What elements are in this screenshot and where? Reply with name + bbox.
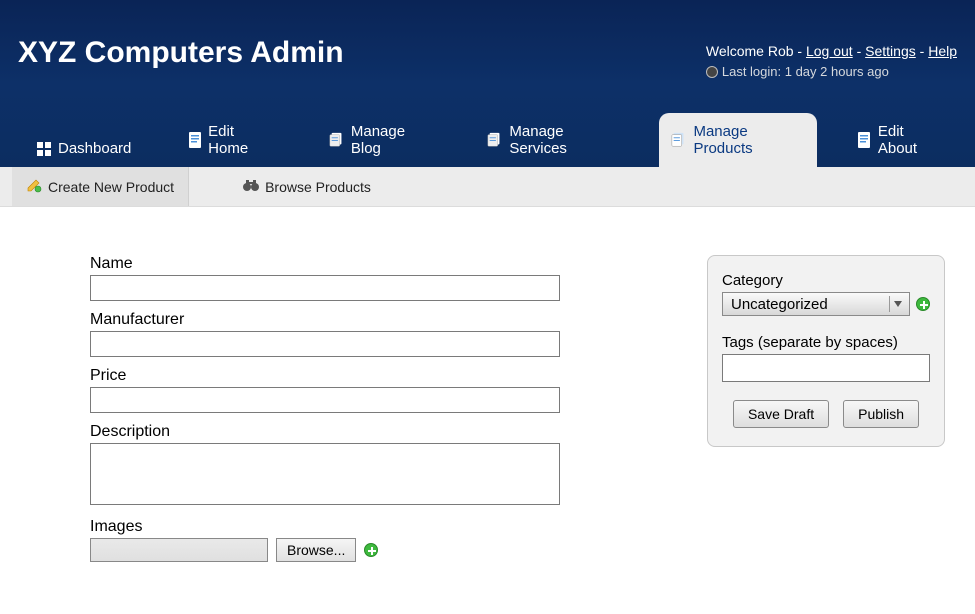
description-label: Description (90, 423, 560, 441)
tab-label: Dashboard (58, 140, 131, 157)
tab-edit-home[interactable]: Edit Home (175, 113, 288, 167)
tab-label: Edit Home (208, 123, 273, 157)
tab-manage-blog[interactable]: Manage Blog (317, 113, 448, 167)
page-icon (187, 132, 202, 148)
page-icon (857, 132, 872, 148)
tab-edit-about[interactable]: Edit About (845, 113, 957, 167)
site-title: XYZ Computers Admin (18, 8, 344, 70)
price-input[interactable] (90, 387, 560, 413)
category-select[interactable]: Uncategorized (722, 292, 910, 316)
settings-link[interactable]: Settings (865, 43, 916, 59)
tab-manage-services[interactable]: Manage Services (475, 113, 631, 167)
subnav-browse-products[interactable]: Browse Products (229, 167, 385, 206)
product-form: Name Manufacturer Price Description Imag… (90, 255, 560, 572)
tab-label: Manage Services (509, 123, 615, 157)
stack-icon (487, 132, 503, 148)
content: Name Manufacturer Price Description Imag… (0, 207, 975, 602)
user-info: Welcome Rob - Log out - Settings - Help … (706, 8, 957, 83)
tab-label: Edit About (878, 123, 941, 157)
tab-dashboard[interactable]: Dashboard (24, 130, 147, 167)
name-label: Name (90, 255, 560, 273)
description-input[interactable] (90, 443, 560, 505)
header: XYZ Computers Admin Welcome Rob - Log ou… (0, 0, 975, 167)
images-label: Images (90, 518, 560, 536)
category-value: Uncategorized (731, 296, 828, 313)
stack-icon (329, 132, 345, 148)
manufacturer-input[interactable] (90, 331, 560, 357)
binoculars-icon (243, 178, 259, 195)
last-login: Last login: 1 day 2 hours ago (706, 62, 957, 83)
subnav-label: Browse Products (265, 179, 371, 195)
pencil-icon (26, 177, 42, 196)
welcome-text: Welcome (706, 43, 768, 59)
subnav-create-product[interactable]: Create New Product (12, 167, 189, 206)
plus-icon[interactable] (364, 543, 378, 557)
stack-icon (671, 132, 687, 148)
dashboard-icon (36, 141, 52, 157)
category-label: Category (722, 272, 930, 289)
manufacturer-label: Manufacturer (90, 311, 560, 329)
chevron-down-icon (889, 296, 905, 312)
browse-button[interactable]: Browse... (276, 538, 356, 562)
publish-button[interactable]: Publish (843, 400, 919, 428)
tab-label: Manage Products (693, 123, 801, 157)
tags-label: Tags (separate by spaces) (722, 334, 930, 351)
tags-input[interactable] (722, 354, 930, 382)
plus-icon[interactable] (916, 297, 930, 311)
clock-icon (706, 66, 718, 78)
price-label: Price (90, 367, 560, 385)
logout-link[interactable]: Log out (806, 43, 853, 59)
help-link[interactable]: Help (928, 43, 957, 59)
subnav-label: Create New Product (48, 179, 174, 195)
subnav: Create New Product Browse Products (0, 167, 975, 207)
tab-label: Manage Blog (351, 123, 432, 157)
tab-manage-products[interactable]: Manage Products (659, 113, 817, 167)
save-draft-button[interactable]: Save Draft (733, 400, 829, 428)
sidebar-panel: Category Uncategorized Tags (separate by… (707, 255, 945, 447)
main-tabs: Dashboard Edit Home Manage Blog Manage S… (18, 113, 957, 167)
username: Rob (768, 43, 794, 59)
name-input[interactable] (90, 275, 560, 301)
file-path-display (90, 538, 268, 562)
